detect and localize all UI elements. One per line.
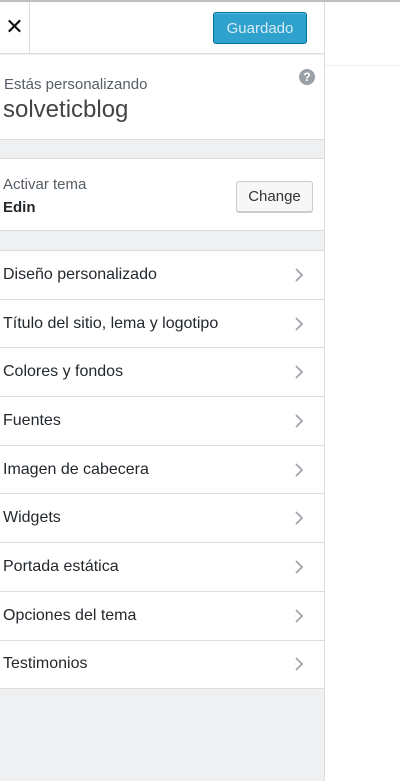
section-item-header-image[interactable]: Imagen de cabecera bbox=[0, 445, 324, 495]
preview-header bbox=[325, 2, 400, 66]
section-label: Imagen de cabecera bbox=[3, 460, 149, 478]
help-circle-icon[interactable]: ? bbox=[299, 69, 315, 85]
chevron-right-icon bbox=[295, 657, 304, 671]
chevron-right-icon bbox=[295, 560, 304, 574]
customizer-header: ✕ Guardado bbox=[0, 2, 324, 54]
section-label: Portada estática bbox=[3, 557, 119, 575]
chevron-right-icon bbox=[295, 609, 304, 623]
customizer-section-list: Diseño personalizado Título del sitio, l… bbox=[0, 250, 324, 690]
change-theme-button[interactable]: Change bbox=[236, 181, 313, 212]
section-label: Título del sitio, lema y logotipo bbox=[3, 314, 219, 332]
section-item-testimonials[interactable]: Testimonios bbox=[0, 640, 324, 690]
section-label: Testimonios bbox=[3, 655, 88, 673]
section-label: Diseño personalizado bbox=[3, 265, 157, 283]
theme-section: Activar tema Edin Change bbox=[0, 158, 324, 231]
save-button[interactable]: Guardado bbox=[213, 12, 307, 44]
customizer-panel: ✕ Guardado Estás personalizando solvetic… bbox=[0, 2, 325, 781]
section-item-custom-design[interactable]: Diseño personalizado bbox=[0, 251, 324, 300]
customizer-info: Estás personalizando solveticblog ? bbox=[0, 55, 324, 140]
section-item-colors[interactable]: Colores y fondos bbox=[0, 348, 324, 398]
active-theme-label: Activar tema bbox=[3, 176, 87, 193]
close-button[interactable]: ✕ bbox=[0, 2, 30, 54]
section-item-widgets[interactable]: Widgets bbox=[0, 494, 324, 544]
section-label: Colores y fondos bbox=[3, 363, 124, 381]
chevron-right-icon bbox=[295, 511, 304, 525]
section-item-fonts[interactable]: Fuentes bbox=[0, 397, 324, 446]
section-item-site-identity[interactable]: Título del sitio, lema y logotipo bbox=[0, 299, 324, 349]
chevron-right-icon bbox=[295, 316, 304, 331]
chevron-right-icon bbox=[295, 268, 304, 282]
section-item-theme-options[interactable]: Opciones del tema bbox=[0, 591, 324, 641]
chevron-right-icon bbox=[295, 365, 304, 379]
chevron-right-icon bbox=[295, 414, 304, 428]
section-label: Widgets bbox=[3, 509, 61, 527]
site-title: solveticblog bbox=[3, 96, 129, 123]
site-preview bbox=[325, 2, 400, 781]
section-item-static-front-page[interactable]: Portada estática bbox=[0, 543, 324, 592]
theme-name: Edin bbox=[3, 199, 36, 216]
section-label: Opciones del tema bbox=[3, 606, 137, 624]
section-label: Fuentes bbox=[3, 411, 61, 429]
chevron-right-icon bbox=[295, 462, 304, 477]
close-icon: ✕ bbox=[5, 15, 24, 40]
customizing-label: Estás personalizando bbox=[4, 76, 148, 93]
